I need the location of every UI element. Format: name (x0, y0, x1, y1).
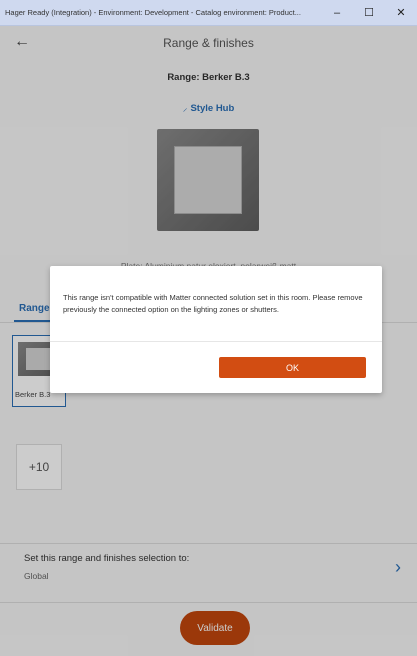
window-titlebar: Hager Ready (Integration) - Environment:… (0, 0, 417, 26)
maximize-button[interactable]: ☐ (353, 0, 385, 26)
dialog-divider (50, 341, 382, 342)
ok-button[interactable]: OK (219, 357, 366, 378)
minimize-button[interactable]: – (321, 0, 353, 26)
close-button[interactable]: ✕ (385, 0, 417, 26)
compatibility-dialog: This range isn't compatible with Matter … (50, 266, 382, 393)
dialog-message: This range isn't compatible with Matter … (63, 293, 363, 314)
window-title: Hager Ready (Integration) - Environment:… (5, 8, 301, 17)
